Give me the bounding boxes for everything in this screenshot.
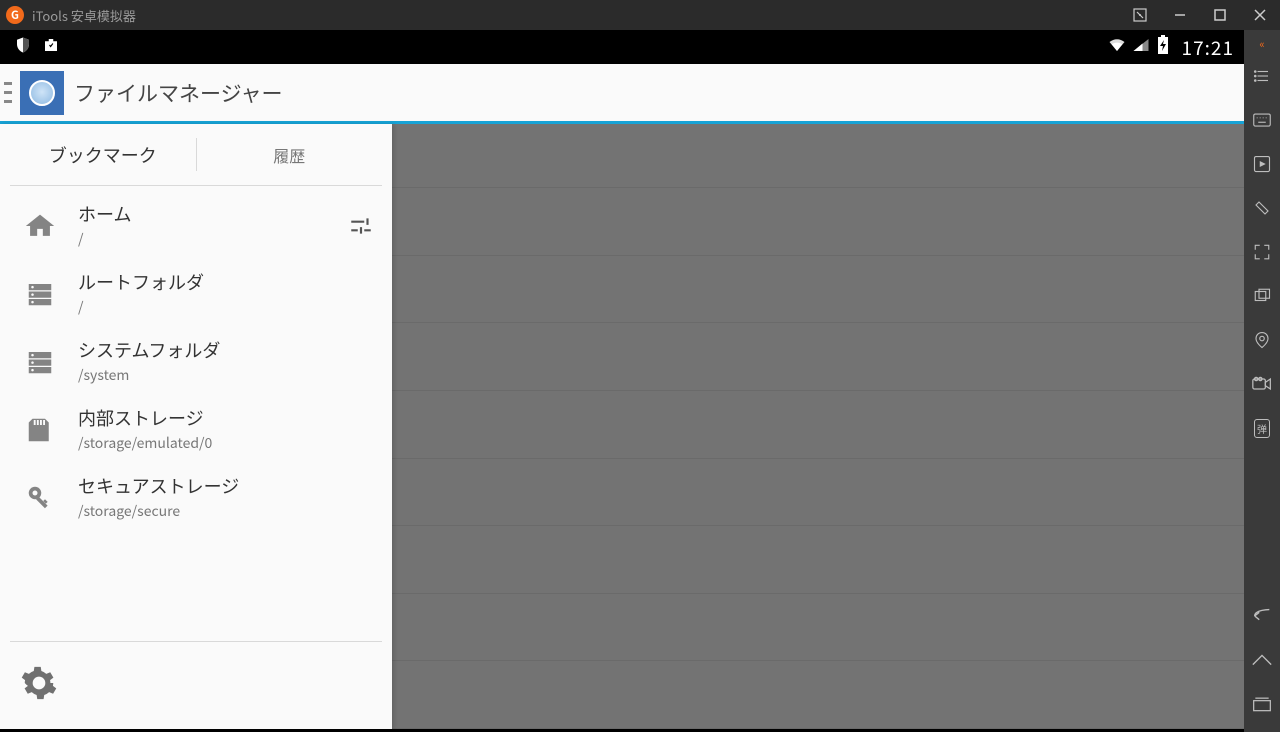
- app-title: ファイルマネージャー: [74, 78, 283, 108]
- wifi-icon: [1108, 35, 1126, 59]
- list-row-empty: [392, 459, 1244, 527]
- toolbar-play-button[interactable]: [1244, 142, 1280, 186]
- signal-icon: [1132, 35, 1150, 59]
- window-maximize-button[interactable]: [1200, 0, 1240, 30]
- home-icon: [20, 206, 60, 246]
- bookmark-label: システムフォルダ: [78, 339, 382, 362]
- bookmark-list: ホーム / ルートフォルダ /: [0, 186, 392, 641]
- bookmark-label: ルートフォルダ: [78, 271, 382, 294]
- toolbar-record-button[interactable]: [1244, 362, 1280, 406]
- bookmark-path: /system: [78, 365, 382, 385]
- toolbar-danmu-button[interactable]: 弹: [1244, 406, 1280, 450]
- drawer-tabs: ブックマーク 履歴: [10, 124, 382, 186]
- toolbar-fullscreen-button[interactable]: [1244, 230, 1280, 274]
- tab-history[interactable]: 履歴: [197, 124, 383, 185]
- list-row-empty: [392, 594, 1244, 662]
- navigation-drawer: ブックマーク 履歴 ホーム /: [0, 124, 392, 729]
- window-option-button[interactable]: [1120, 0, 1160, 30]
- key-icon: [20, 478, 60, 518]
- app-header: ファイルマネージャー: [0, 64, 1244, 124]
- toolbar-keyboard-button[interactable]: [1244, 98, 1280, 142]
- toolbar-rotate-button[interactable]: [1244, 186, 1280, 230]
- shield-icon: [14, 35, 32, 59]
- bookmark-secure-storage[interactable]: セキュアストレージ /storage/secure: [0, 464, 392, 532]
- toolbar-list-button[interactable]: [1244, 54, 1280, 98]
- settings-button[interactable]: [20, 664, 58, 707]
- itools-logo-icon: G: [6, 6, 24, 24]
- bookmark-label: セキュアストレージ: [78, 475, 382, 498]
- briefcase-icon: [42, 35, 60, 59]
- window-minimize-button[interactable]: [1160, 0, 1200, 30]
- drawer-toggle-icon[interactable]: [4, 80, 12, 106]
- android-statusbar: 17:21: [0, 30, 1244, 64]
- sdcard-icon: [20, 410, 60, 450]
- window-titlebar: G iTools 安卓模拟器: [0, 0, 1280, 30]
- app-icon[interactable]: [20, 71, 64, 115]
- bookmark-path: /: [78, 297, 382, 317]
- drawer-bottombar: [10, 641, 382, 729]
- list-row-empty: [392, 526, 1244, 594]
- collapse-toolbar-button[interactable]: «: [1259, 36, 1264, 54]
- bookmark-label: 内部ストレージ: [78, 407, 382, 430]
- server-icon: [20, 274, 60, 314]
- list-row-empty: [392, 323, 1244, 391]
- bookmark-system[interactable]: システムフォルダ /system: [0, 328, 392, 396]
- list-row-empty: [392, 256, 1244, 324]
- list-row-empty: [392, 661, 1244, 729]
- emulator-screen: 17:21 ファイルマネージャー ブックマーク 履歴 ホーム: [0, 30, 1244, 732]
- toolbar-location-button[interactable]: [1244, 318, 1280, 362]
- bookmark-label: ホーム: [78, 203, 340, 226]
- bookmark-internal-storage[interactable]: 内部ストレージ /storage/emulated/0: [0, 396, 392, 464]
- file-list-area: [392, 124, 1244, 729]
- android-back-button[interactable]: [1244, 594, 1280, 638]
- android-recents-button[interactable]: [1244, 682, 1280, 726]
- statusbar-clock: 17:21: [1182, 34, 1234, 61]
- tune-button[interactable]: [340, 213, 382, 239]
- server-icon: [20, 342, 60, 382]
- android-home-button[interactable]: [1244, 638, 1280, 682]
- emulator-toolbar: « 弹: [1244, 30, 1280, 732]
- list-row-empty: [392, 188, 1244, 256]
- bookmark-path: /storage/secure: [78, 501, 382, 521]
- bookmark-path: /: [78, 229, 340, 249]
- window-close-button[interactable]: [1240, 0, 1280, 30]
- toolbar-multiwindow-button[interactable]: [1244, 274, 1280, 318]
- bookmark-home[interactable]: ホーム /: [0, 192, 392, 260]
- battery-charging-icon: [1156, 35, 1170, 60]
- bookmark-root[interactable]: ルートフォルダ /: [0, 260, 392, 328]
- list-row-empty: [392, 391, 1244, 459]
- tab-bookmarks[interactable]: ブックマーク: [10, 124, 196, 185]
- bookmark-path: /storage/emulated/0: [78, 433, 382, 453]
- window-title: iTools 安卓模拟器: [32, 6, 136, 25]
- list-row-empty: [392, 124, 1244, 188]
